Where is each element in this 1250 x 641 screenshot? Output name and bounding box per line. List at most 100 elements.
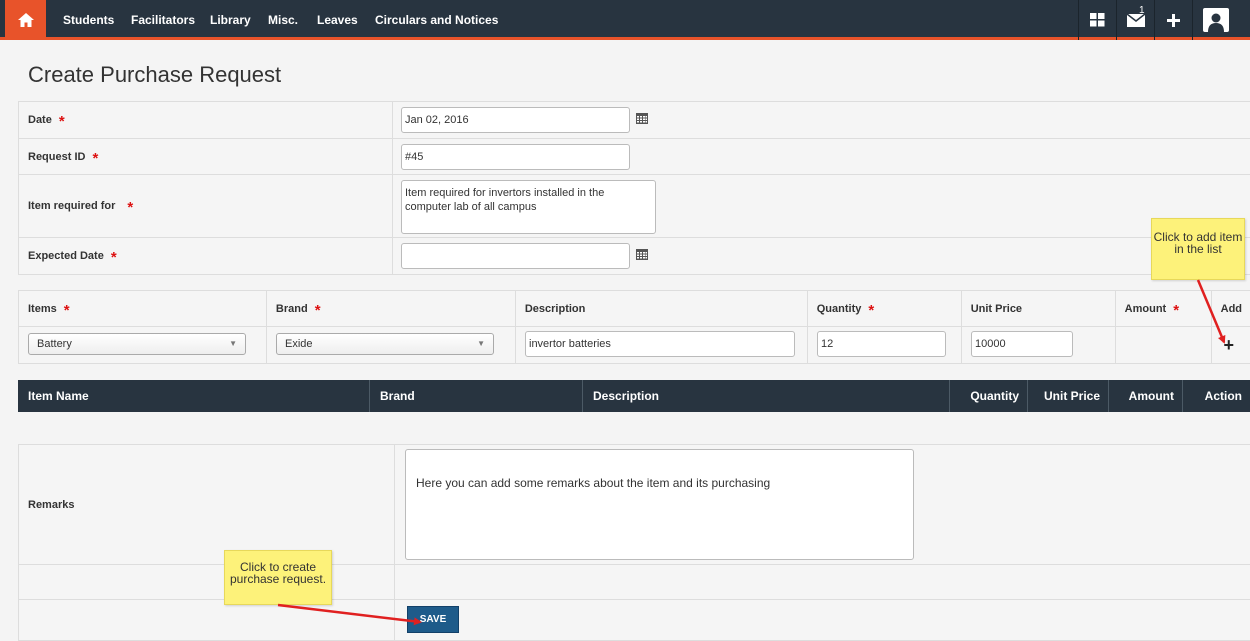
add-header: Add (1220, 302, 1243, 315)
description-header: Description (516, 291, 808, 326)
nav-misc[interactable]: Misc. (268, 0, 298, 40)
required-marker: * (314, 301, 321, 319)
amount-header: Amount * (1116, 291, 1212, 326)
spacer-row (19, 565, 1250, 600)
dropdown-caret-icon: ▼ (477, 339, 485, 348)
required-marker: * (63, 301, 70, 319)
nav-facilitators[interactable]: Facilitators (131, 0, 195, 40)
description-input[interactable]: invertor batteries (525, 331, 795, 357)
column-item-name: Item Name (18, 380, 370, 412)
create-request-callout: Click to create purchase request. (224, 550, 332, 605)
items-cell: Battery ▼ (19, 327, 267, 363)
dropdown-caret-icon: ▼ (229, 339, 237, 348)
required-marker: * (110, 249, 117, 266)
item-required-label: Item required for * (19, 175, 393, 237)
item-required-row: Item required for * Item required for inv… (19, 175, 1250, 238)
item-entry-row: Battery ▼ Exide ▼ invertor batteries 12 10… (19, 327, 1250, 363)
expected-date-row: Expected Date * (19, 238, 1250, 274)
plus-icon (1167, 13, 1180, 27)
column-quantity: Quantity (950, 380, 1028, 412)
profile-button[interactable] (1192, 0, 1238, 40)
quantity-header-text: Quantity (816, 302, 862, 315)
unit-price-header: Unit Price (962, 291, 1116, 326)
request-id-label-text: Request ID (28, 150, 86, 163)
remarks-row: Remarks Here you can add some remarks ab… (19, 445, 1250, 565)
items-select[interactable]: Battery ▼ (28, 333, 246, 355)
dashboard-button[interactable] (1078, 0, 1116, 40)
expected-date-cell (393, 238, 1250, 274)
brand-header-text: Brand (275, 302, 308, 315)
remarks-textarea[interactable]: Here you can add some remarks about the … (405, 449, 914, 560)
items-header-text: Items (28, 302, 57, 315)
request-id-row: Request ID * #45 (19, 139, 1250, 175)
remarks-table: Remarks Here you can add some remarks ab… (18, 444, 1250, 641)
remarks-cell: Here you can add some remarks about the … (395, 445, 1250, 564)
save-button[interactable]: SAVE (407, 606, 459, 633)
nav-circulars-and-notices[interactable]: Circulars and Notices (375, 0, 498, 40)
required-marker: * (868, 301, 875, 319)
expected-date-input[interactable] (401, 243, 630, 269)
expected-date-label: Expected Date * (19, 238, 393, 274)
required-marker: * (1173, 301, 1180, 319)
purchase-request-form: Date * Jan 02, 2016 Request ID * #45 Item … (18, 101, 1250, 275)
brand-select[interactable]: Exide ▼ (276, 333, 494, 355)
nav-leaves[interactable]: Leaves (317, 0, 358, 40)
top-navbar: Students Facilitators Library Misc. Leav… (0, 0, 1250, 40)
date-label-text: Date (28, 114, 52, 126)
calendar-icon[interactable] (636, 113, 648, 124)
quantity-header: Quantity * (808, 291, 962, 326)
add-item-callout: Click to add item in the list (1151, 218, 1245, 280)
remarks-label: Remarks (19, 445, 395, 564)
unit-price-cell: 10000 (962, 327, 1116, 363)
message-count-badge: 1 (1139, 5, 1145, 16)
item-list-table-header: Item Name Brand Description Quantity Uni… (18, 380, 1250, 412)
quantity-input[interactable]: 12 (817, 331, 946, 357)
calendar-icon[interactable] (636, 249, 648, 260)
request-id-label: Request ID * (19, 139, 393, 174)
save-label-cell (19, 600, 395, 640)
page-title: Create Purchase Request (28, 62, 282, 87)
home-icon (17, 13, 34, 27)
amount-cell (1116, 327, 1212, 363)
spacer-cell (395, 565, 1250, 599)
add-new-button[interactable] (1154, 0, 1192, 40)
column-brand: Brand (370, 380, 583, 412)
item-required-textarea[interactable]: Item required for invertors installed in… (401, 180, 656, 234)
grid-icon (1090, 13, 1105, 27)
save-row: SAVE (19, 600, 1250, 640)
request-id-cell: #45 (393, 139, 1250, 174)
brand-select-value: Exide (285, 338, 313, 350)
item-entry-table: Items * Brand * Description Quantity * Unit… (18, 290, 1250, 364)
quantity-cell: 12 (808, 327, 962, 363)
item-entry-header: Items * Brand * Description Quantity * Unit… (19, 291, 1250, 327)
item-required-label-text: Item required for (28, 200, 116, 212)
nav-students[interactable]: Students (63, 0, 114, 40)
brand-header: Brand * (267, 291, 516, 326)
expected-date-label-text: Expected Date (28, 250, 104, 262)
item-required-cell: Item required for invertors installed in… (393, 175, 1250, 237)
column-amount: Amount (1109, 380, 1183, 412)
date-cell: Jan 02, 2016 (393, 102, 1250, 138)
request-id-input[interactable]: #45 (401, 144, 630, 170)
nav-library[interactable]: Library (210, 0, 251, 40)
home-button[interactable] (5, 0, 46, 40)
required-marker: * (127, 199, 134, 216)
unit-price-input[interactable]: 10000 (971, 331, 1073, 357)
date-row: Date * Jan 02, 2016 (19, 102, 1250, 139)
add-item-icon[interactable]: + (1223, 335, 1234, 356)
date-label: Date * (19, 102, 393, 138)
add-cell: + (1212, 327, 1250, 363)
column-description: Description (583, 380, 950, 412)
avatar (1202, 8, 1229, 32)
messages-button[interactable]: 1 (1116, 0, 1154, 40)
required-marker: * (58, 113, 65, 130)
amount-header-text: Amount (1124, 302, 1167, 315)
spacer-label (19, 565, 395, 599)
user-icon (1207, 13, 1224, 32)
required-marker: * (92, 149, 99, 167)
date-input[interactable]: Jan 02, 2016 (401, 107, 630, 133)
column-unit-price: Unit Price (1028, 380, 1109, 412)
save-cell: SAVE (395, 600, 1250, 640)
brand-cell: Exide ▼ (267, 327, 516, 363)
column-action: Action (1204, 389, 1242, 403)
